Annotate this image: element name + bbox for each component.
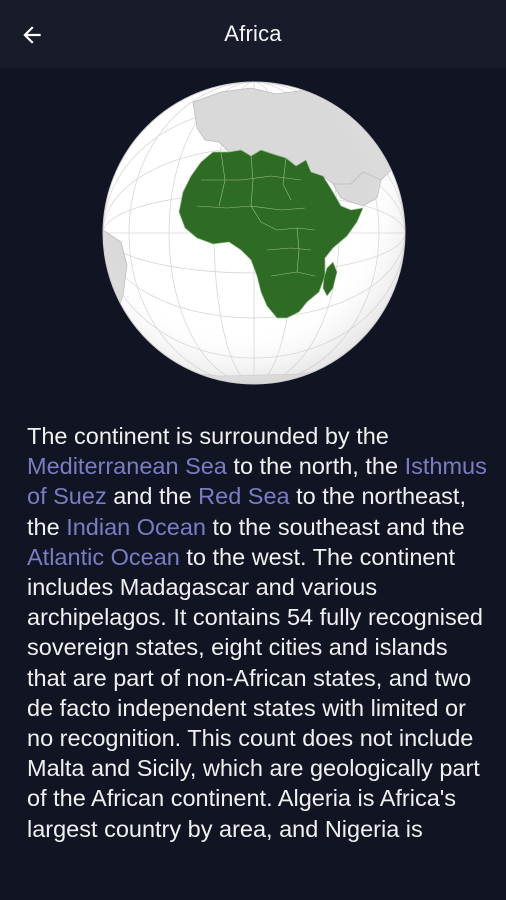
article-text: to the north, the [226,453,405,480]
article-text: to the southeast and the [206,513,465,540]
article-text: The continent is surrounded by the [27,423,389,449]
link-indian-ocean[interactable]: Indian Ocean [66,514,206,540]
app-bar: Africa [0,0,506,68]
link-mediterranean-sea[interactable]: Mediterranean Sea [27,453,227,479]
africa-globe-image [101,80,407,386]
link-red-sea[interactable]: Red Sea [198,483,289,509]
link-atlantic-ocean[interactable]: Atlantic Ocean [27,544,180,570]
article-text: and the [106,483,199,510]
article-body: The continent is surrounded by the Medit… [27,421,489,844]
article-text: to the west. The continent includes Mada… [27,543,483,842]
page-title: Africa [224,21,282,46]
